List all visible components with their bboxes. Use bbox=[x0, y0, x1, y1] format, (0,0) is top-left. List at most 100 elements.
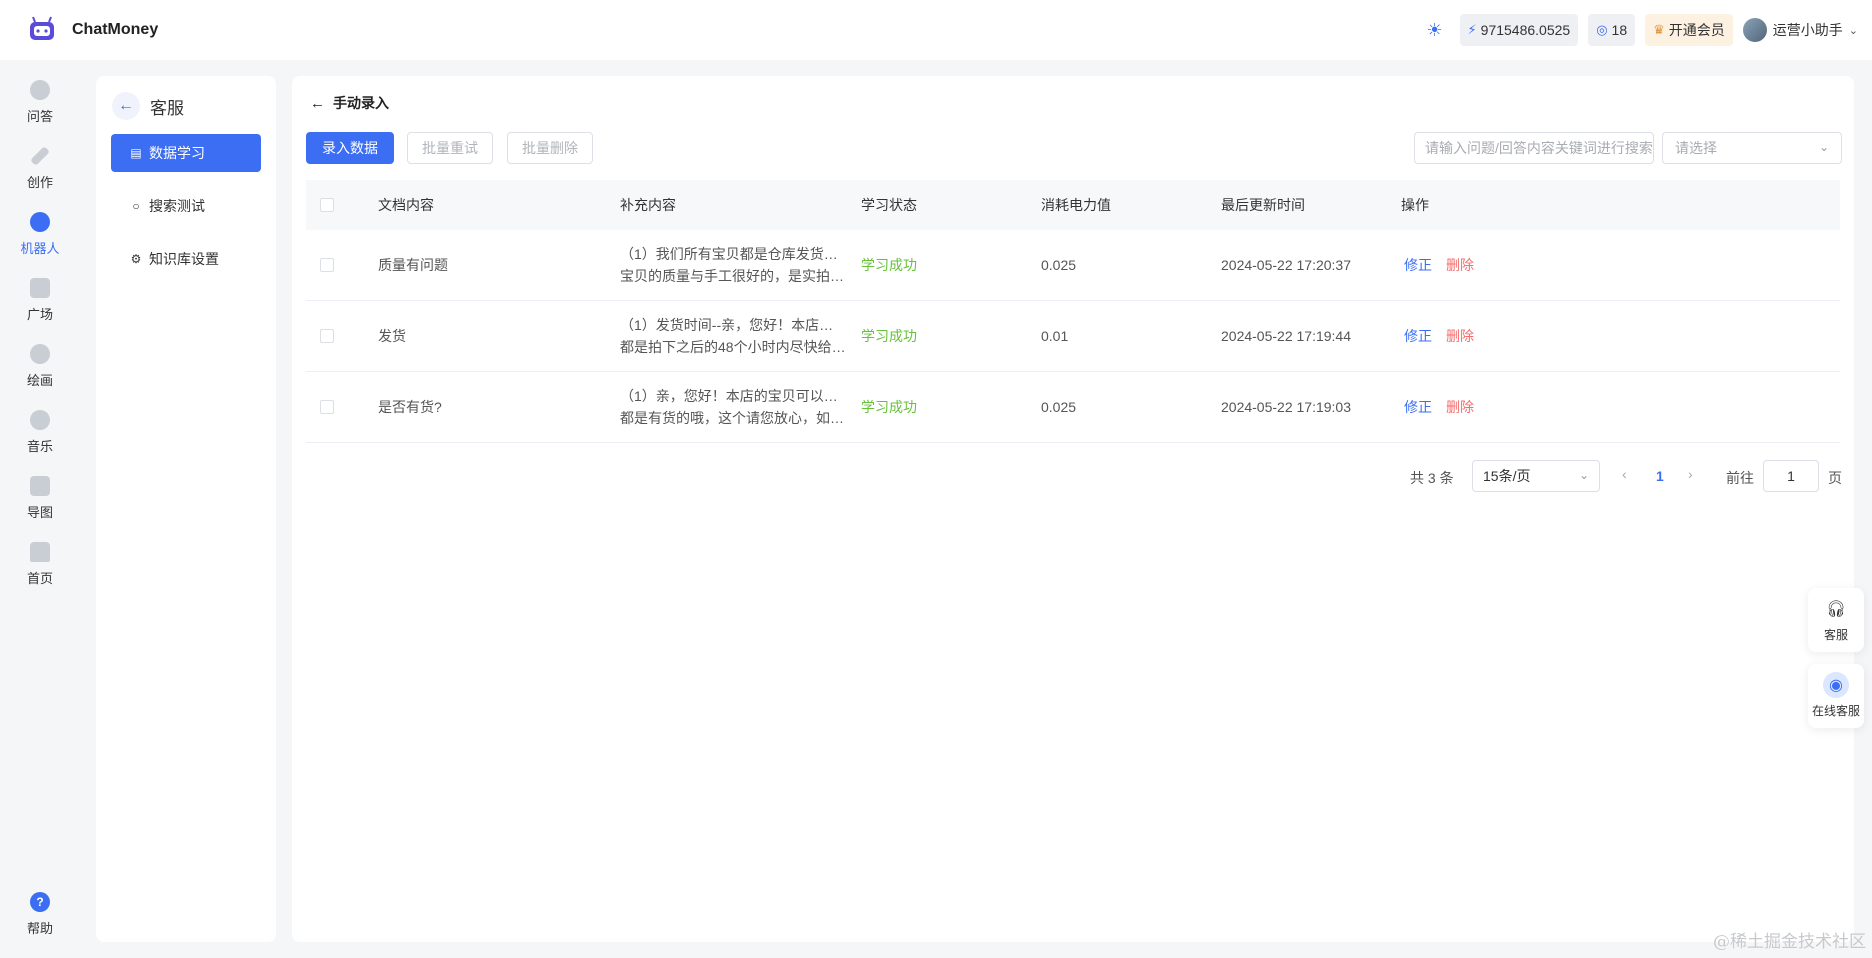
batch-delete-button[interactable]: 批量删除 bbox=[507, 132, 593, 164]
delete-link[interactable]: 删除 bbox=[1446, 326, 1474, 346]
row-supplement: （1）发货时间--亲，您好！本店的宝贝 都是拍下之后的48个小时内尽快给你发… bbox=[620, 317, 846, 355]
balance-value: 9715486.0525 bbox=[1480, 22, 1571, 38]
row-time: 2024-05-22 17:20:37 bbox=[1221, 257, 1351, 273]
grid-icon bbox=[30, 278, 50, 298]
subnav-item-search-test[interactable]: ○ 搜索测试 bbox=[111, 187, 261, 225]
page-size-value: 15条/页 bbox=[1483, 468, 1531, 484]
select-all-checkbox[interactable] bbox=[320, 198, 334, 212]
page-unit: 页 bbox=[1828, 470, 1842, 486]
page-size-select[interactable]: 15条/页 ⌄ bbox=[1472, 460, 1600, 492]
rail-item-create[interactable]: 创作 bbox=[0, 146, 80, 191]
back-arrow-icon[interactable]: ← bbox=[310, 95, 325, 112]
row-doc: 质量有问题 bbox=[378, 257, 448, 273]
add-data-button[interactable]: 录入数据 bbox=[306, 132, 394, 164]
count-chip[interactable]: ◎ 18 bbox=[1588, 14, 1636, 46]
count-value: 18 bbox=[1611, 22, 1628, 38]
home-icon bbox=[30, 542, 50, 562]
breadcrumb[interactable]: ← 手动录入 bbox=[310, 93, 389, 113]
app-logo[interactable]: ChatMoney bbox=[26, 16, 158, 44]
status-select[interactable]: 请选择 ⌄ bbox=[1662, 132, 1842, 164]
rail-label: 机器人 bbox=[20, 241, 60, 256]
document-icon: ▤ bbox=[130, 146, 142, 160]
chevron-down-icon: ⌄ bbox=[1578, 468, 1589, 482]
rail-item-square[interactable]: 广场 bbox=[0, 278, 80, 323]
edit-link[interactable]: 修正 bbox=[1404, 326, 1432, 346]
rail-label: 问答 bbox=[26, 109, 53, 124]
chat-bubble-icon: ◎ bbox=[1596, 22, 1608, 37]
row-status: 学习成功 bbox=[861, 399, 917, 415]
rail-label: 帮助 bbox=[26, 921, 53, 936]
mindmap-icon bbox=[30, 476, 50, 496]
rail-item-qa[interactable]: 问答 bbox=[0, 80, 80, 125]
col-header-actions: 操作 bbox=[1401, 197, 1429, 213]
table-row: 发货 （1）发货时间--亲，您好！本店的宝贝 都是拍下之后的48个小时内尽快给你… bbox=[306, 301, 1840, 372]
row-status: 学习成功 bbox=[861, 328, 917, 344]
avatar bbox=[1742, 18, 1767, 42]
page-number[interactable]: 1 bbox=[1656, 468, 1664, 484]
chevron-down-icon: ⌄ bbox=[1848, 24, 1858, 37]
subnav-label: 知识库设置 bbox=[149, 251, 219, 267]
subnav-item-data-learning[interactable]: ▤ 数据学习 bbox=[111, 134, 261, 172]
subnav-label: 搜索测试 bbox=[149, 198, 205, 214]
rail-item-home[interactable]: 首页 bbox=[0, 542, 80, 587]
table-row: 质量有问题 （1）我们所有宝贝都是仓库发货的哦， 宝贝的质量与手工很好的，是实拍… bbox=[306, 230, 1840, 301]
vip-label: 开通会员 bbox=[1668, 22, 1725, 38]
batch-retry-button[interactable]: 批量重试 bbox=[407, 132, 493, 164]
sun-icon[interactable]: ☀ bbox=[1420, 15, 1450, 45]
breadcrumb-title: 手动录入 bbox=[333, 95, 389, 111]
next-page-icon[interactable]: › bbox=[1688, 466, 1693, 482]
row-time: 2024-05-22 17:19:44 bbox=[1221, 328, 1351, 344]
online-service-label: 在线客服 bbox=[1811, 704, 1860, 718]
row-checkbox[interactable] bbox=[320, 400, 334, 414]
left-rail: 问答 创作 机器人 广场 绘画 音乐 导图 首页 ? 帮助 bbox=[0, 60, 80, 958]
subnav-label: 数据学习 bbox=[149, 145, 205, 161]
robot-icon bbox=[30, 212, 50, 232]
main-card: ← 手动录入 录入数据 批量重试 批量删除 请输入问题/回答内容关键词进行搜索 … bbox=[292, 76, 1854, 942]
edit-link[interactable]: 修正 bbox=[1404, 397, 1432, 417]
row-status: 学习成功 bbox=[861, 257, 917, 273]
palette-icon bbox=[30, 344, 50, 364]
headset-icon: 🎧︎ bbox=[1825, 601, 1847, 618]
lightning-icon: ⚡ bbox=[1467, 22, 1477, 37]
rail-label: 绘画 bbox=[26, 373, 53, 388]
prev-page-icon[interactable]: ‹ bbox=[1622, 466, 1627, 482]
user-name: 运营小助手 bbox=[1772, 22, 1843, 38]
user-menu[interactable]: 运营小助手 ⌄ bbox=[1742, 18, 1858, 42]
app-name: ChatMoney bbox=[72, 21, 159, 38]
robot-logo-icon bbox=[26, 16, 58, 44]
select-placeholder: 请选择 bbox=[1675, 140, 1717, 156]
online-service-widget[interactable]: ◉ 在线客服 bbox=[1808, 664, 1864, 728]
goto-page-input[interactable]: 1 bbox=[1763, 460, 1819, 492]
edit-link[interactable]: 修正 bbox=[1404, 255, 1432, 275]
delete-link[interactable]: 删除 bbox=[1446, 397, 1474, 417]
row-doc: 是否有货? bbox=[378, 399, 442, 415]
row-checkbox[interactable] bbox=[320, 329, 334, 343]
pagination: 共 3 条 15条/页 ⌄ ‹ 1 › 前往 1 页 bbox=[292, 460, 1854, 492]
delete-link[interactable]: 删除 bbox=[1446, 255, 1474, 275]
vip-button[interactable]: ♛ 开通会员 bbox=[1645, 14, 1733, 46]
subnav-item-kb-settings[interactable]: ⚙ 知识库设置 bbox=[111, 240, 261, 278]
music-icon bbox=[30, 410, 50, 430]
crown-icon: ♛ bbox=[1653, 22, 1665, 37]
rail-item-music[interactable]: 音乐 bbox=[0, 410, 80, 455]
back-arrow-icon[interactable]: ← bbox=[112, 92, 140, 120]
search-icon: ○ bbox=[132, 199, 140, 213]
row-supplement: （1）亲，您好！本店的宝贝可以拍下的 都是有货的哦，这个请您放心，如果有… bbox=[620, 388, 846, 426]
pen-icon bbox=[30, 146, 50, 166]
rail-label: 创作 bbox=[26, 175, 53, 190]
rail-item-robot[interactable]: 机器人 bbox=[0, 212, 80, 257]
row-cost: 0.01 bbox=[1041, 328, 1069, 344]
rail-item-draw[interactable]: 绘画 bbox=[0, 344, 80, 389]
rail-item-help[interactable]: ? 帮助 bbox=[0, 892, 80, 937]
balance-chip[interactable]: ⚡ 9715486.0525 bbox=[1459, 14, 1579, 46]
row-doc: 发货 bbox=[378, 328, 406, 344]
row-cost: 0.025 bbox=[1041, 257, 1077, 273]
table-header: 文档内容 补充内容 学习状态 消耗电力值 最后更新时间 操作 bbox=[306, 180, 1840, 230]
sub-nav-panel: ← 客服 ▤ 数据学习 ○ 搜索测试 ⚙ 知识库设置 bbox=[96, 76, 276, 942]
rail-label: 广场 bbox=[26, 307, 53, 322]
row-checkbox[interactable] bbox=[320, 258, 334, 272]
search-input[interactable]: 请输入问题/回答内容关键词进行搜索 bbox=[1414, 132, 1654, 164]
service-widget[interactable]: 🎧︎ 客服 bbox=[1808, 588, 1864, 652]
data-table: 文档内容 补充内容 学习状态 消耗电力值 最后更新时间 操作 质量有问题 （1）… bbox=[306, 180, 1840, 443]
rail-item-mindmap[interactable]: 导图 bbox=[0, 476, 80, 521]
